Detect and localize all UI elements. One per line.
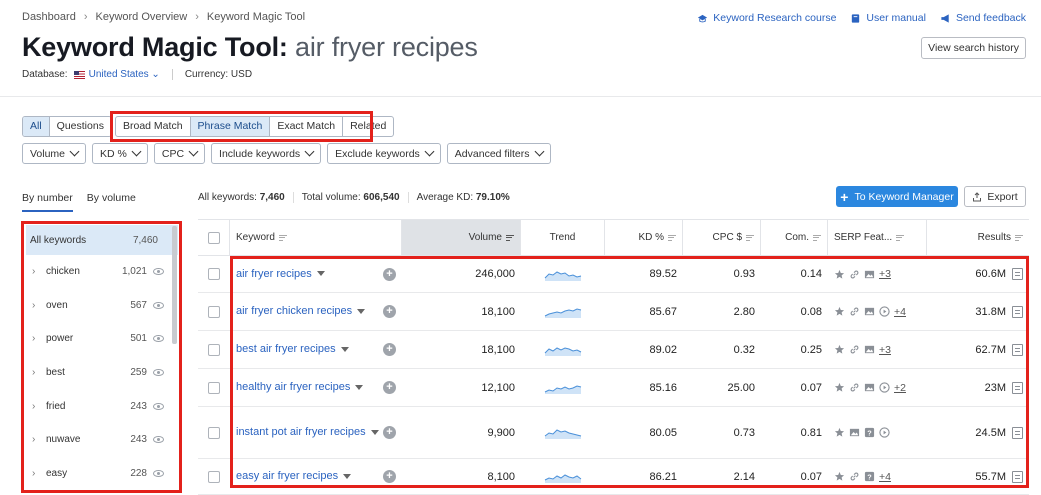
chevron-right-icon: › bbox=[83, 11, 88, 23]
book-icon bbox=[852, 13, 860, 23]
database-select[interactable]: United States ⌄ bbox=[89, 69, 160, 80]
kd-filter[interactable]: KD % bbox=[92, 143, 148, 164]
megaphone-icon bbox=[941, 13, 949, 23]
currency-label: Currency: USD bbox=[184, 69, 253, 80]
tab-by-volume[interactable]: By volume bbox=[87, 192, 136, 212]
search-keyword: air fryer recipes bbox=[295, 32, 478, 62]
filter-bar: Volume KD % CPC Include keywords Exclude… bbox=[22, 143, 551, 164]
column-keyword[interactable]: Keyword bbox=[230, 220, 402, 255]
page-title: Keyword Magic Tool: air fryer recipes bbox=[22, 32, 478, 62]
breadcrumb-current: Keyword Magic Tool bbox=[206, 11, 306, 23]
chevron-down-icon bbox=[188, 146, 199, 157]
include-keywords-filter[interactable]: Include keywords bbox=[211, 143, 322, 164]
cpc-filter[interactable]: CPC bbox=[153, 143, 206, 164]
database-info: Database: United States ⌄ Currency: USD bbox=[22, 69, 253, 80]
header-divider bbox=[0, 96, 1041, 97]
help-links: Keyword Research course User manual Send… bbox=[697, 12, 1026, 24]
exclude-keywords-filter[interactable]: Exclude keywords bbox=[327, 143, 441, 164]
chevron-down-icon bbox=[424, 146, 435, 157]
select-all-checkbox[interactable] bbox=[198, 220, 230, 255]
sort-icon bbox=[746, 233, 754, 242]
row-checkbox[interactable] bbox=[208, 305, 220, 318]
all-keywords-count: 7,460 bbox=[259, 192, 285, 203]
volume-filter[interactable]: Volume bbox=[22, 143, 87, 164]
row-checkbox[interactable] bbox=[208, 343, 220, 356]
column-serp-features[interactable]: SERP Feat... bbox=[828, 220, 927, 255]
total-volume-value: 606,540 bbox=[363, 192, 400, 203]
chevron-down-icon bbox=[304, 146, 315, 157]
table-header: Keyword Volume Trend KD % CPC $ Com. SER… bbox=[198, 219, 1029, 256]
plus-icon: + bbox=[840, 188, 849, 205]
user-manual-link[interactable]: User manual bbox=[850, 12, 926, 24]
sort-icon bbox=[813, 233, 821, 242]
tab-questions[interactable]: Questions bbox=[50, 117, 111, 136]
question-filter-toggle: All Questions bbox=[22, 116, 112, 137]
chevron-right-icon: › bbox=[195, 11, 199, 23]
tab-all[interactable]: All bbox=[23, 117, 50, 136]
row-checkbox[interactable] bbox=[208, 426, 220, 439]
tab-by-number[interactable]: By number bbox=[22, 192, 73, 212]
divider bbox=[171, 69, 173, 80]
graduation-cap-icon bbox=[698, 14, 708, 22]
send-feedback-link[interactable]: Send feedback bbox=[940, 12, 1026, 24]
column-kd[interactable]: KD % bbox=[605, 220, 683, 255]
chevron-down-icon bbox=[131, 146, 142, 157]
row-checkbox[interactable] bbox=[208, 381, 220, 394]
group-sort-tabs: By number By volume bbox=[22, 192, 136, 212]
sort-icon bbox=[668, 233, 676, 242]
highlight-box-groups bbox=[21, 221, 182, 493]
row-checkbox[interactable] bbox=[208, 470, 220, 483]
export-icon bbox=[973, 191, 982, 201]
us-flag-icon bbox=[73, 70, 85, 79]
highlight-box-match-types bbox=[110, 111, 373, 142]
column-trend: Trend bbox=[521, 220, 605, 255]
row-checkbox[interactable] bbox=[208, 268, 220, 280]
sort-icon bbox=[896, 233, 905, 242]
column-volume[interactable]: Volume bbox=[402, 220, 521, 255]
column-competition[interactable]: Com. bbox=[761, 220, 828, 255]
breadcrumb: Dashboard › Keyword Overview › Keyword M… bbox=[22, 11, 305, 23]
column-results[interactable]: Results bbox=[927, 220, 1029, 255]
highlight-box-results bbox=[230, 256, 1029, 488]
sort-icon bbox=[278, 233, 287, 242]
average-kd-value: 79.10% bbox=[475, 192, 510, 203]
to-keyword-manager-button[interactable]: + To Keyword Manager bbox=[836, 186, 958, 207]
sort-icon bbox=[506, 233, 514, 242]
sort-icon bbox=[1015, 233, 1023, 242]
advanced-filters[interactable]: Advanced filters bbox=[446, 143, 551, 164]
breadcrumb-keyword-overview[interactable]: Keyword Overview bbox=[96, 11, 188, 23]
keyword-stats: All keywords: 7,460 Total volume: 606,54… bbox=[198, 192, 510, 203]
export-button[interactable]: Export bbox=[964, 186, 1026, 207]
column-cpc[interactable]: CPC $ bbox=[683, 220, 761, 255]
breadcrumb-dashboard[interactable]: Dashboard bbox=[22, 11, 76, 23]
view-search-history-button[interactable]: View search history bbox=[921, 37, 1026, 59]
chevron-down-icon bbox=[69, 146, 80, 157]
keyword-research-course-link[interactable]: Keyword Research course bbox=[697, 12, 836, 24]
chevron-down-icon bbox=[534, 146, 544, 157]
